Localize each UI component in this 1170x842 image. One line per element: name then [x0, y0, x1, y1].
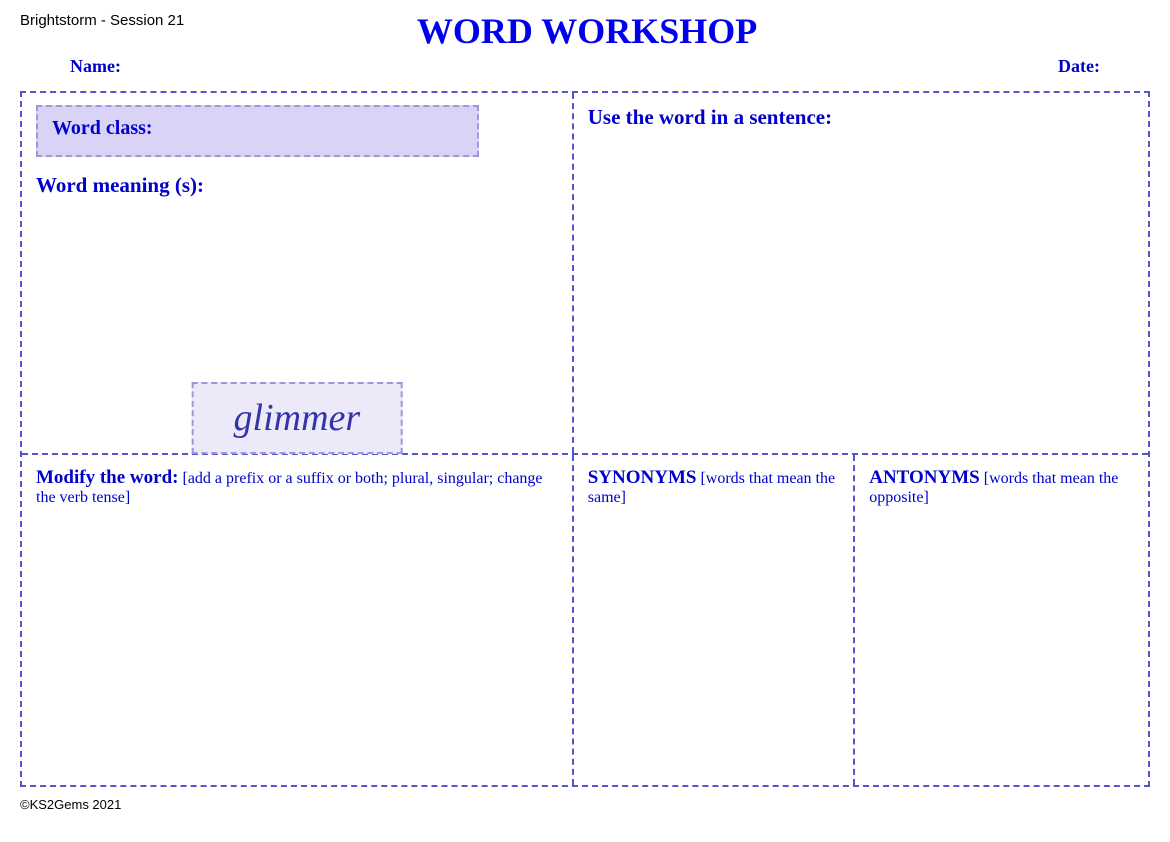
modify-title-bold: Modify the word:	[36, 467, 178, 488]
center-word-box: glimmer	[192, 382, 403, 454]
right-panel: Use the word in a sentence:	[574, 93, 1148, 453]
synonyms-title-bold: SYNONYMS	[588, 467, 697, 488]
session-label: Brightstorm - Session 21	[20, 12, 184, 29]
name-label: Name:	[70, 56, 121, 77]
worksheet-grid: Word class: Word meaning (s): glimmer Us…	[20, 91, 1150, 787]
antonyms-panel: ANTONYMS [words that mean the opposite]	[855, 455, 1148, 785]
antonyms-title-bold: ANTONYMS	[869, 467, 980, 488]
main-title: WORD WORKSHOP	[184, 10, 990, 52]
word-meaning-label: Word meaning (s):	[36, 173, 558, 198]
copyright: ©KS2Gems 2021	[20, 797, 1150, 812]
word-class-box[interactable]: Word class:	[36, 105, 479, 157]
center-word: glimmer	[234, 397, 361, 439]
date-label: Date:	[1058, 56, 1100, 77]
synonyms-panel: SYNONYMS [words that mean the same]	[574, 455, 856, 785]
sentence-label: Use the word in a sentence:	[588, 105, 1134, 130]
left-panel: Word class: Word meaning (s): glimmer	[22, 93, 574, 453]
top-section: Word class: Word meaning (s): glimmer Us…	[22, 93, 1148, 455]
word-class-label: Word class:	[52, 117, 153, 139]
modify-panel: Modify the word: [add a prefix or a suff…	[22, 455, 574, 785]
bottom-section: Modify the word: [add a prefix or a suff…	[22, 455, 1148, 785]
